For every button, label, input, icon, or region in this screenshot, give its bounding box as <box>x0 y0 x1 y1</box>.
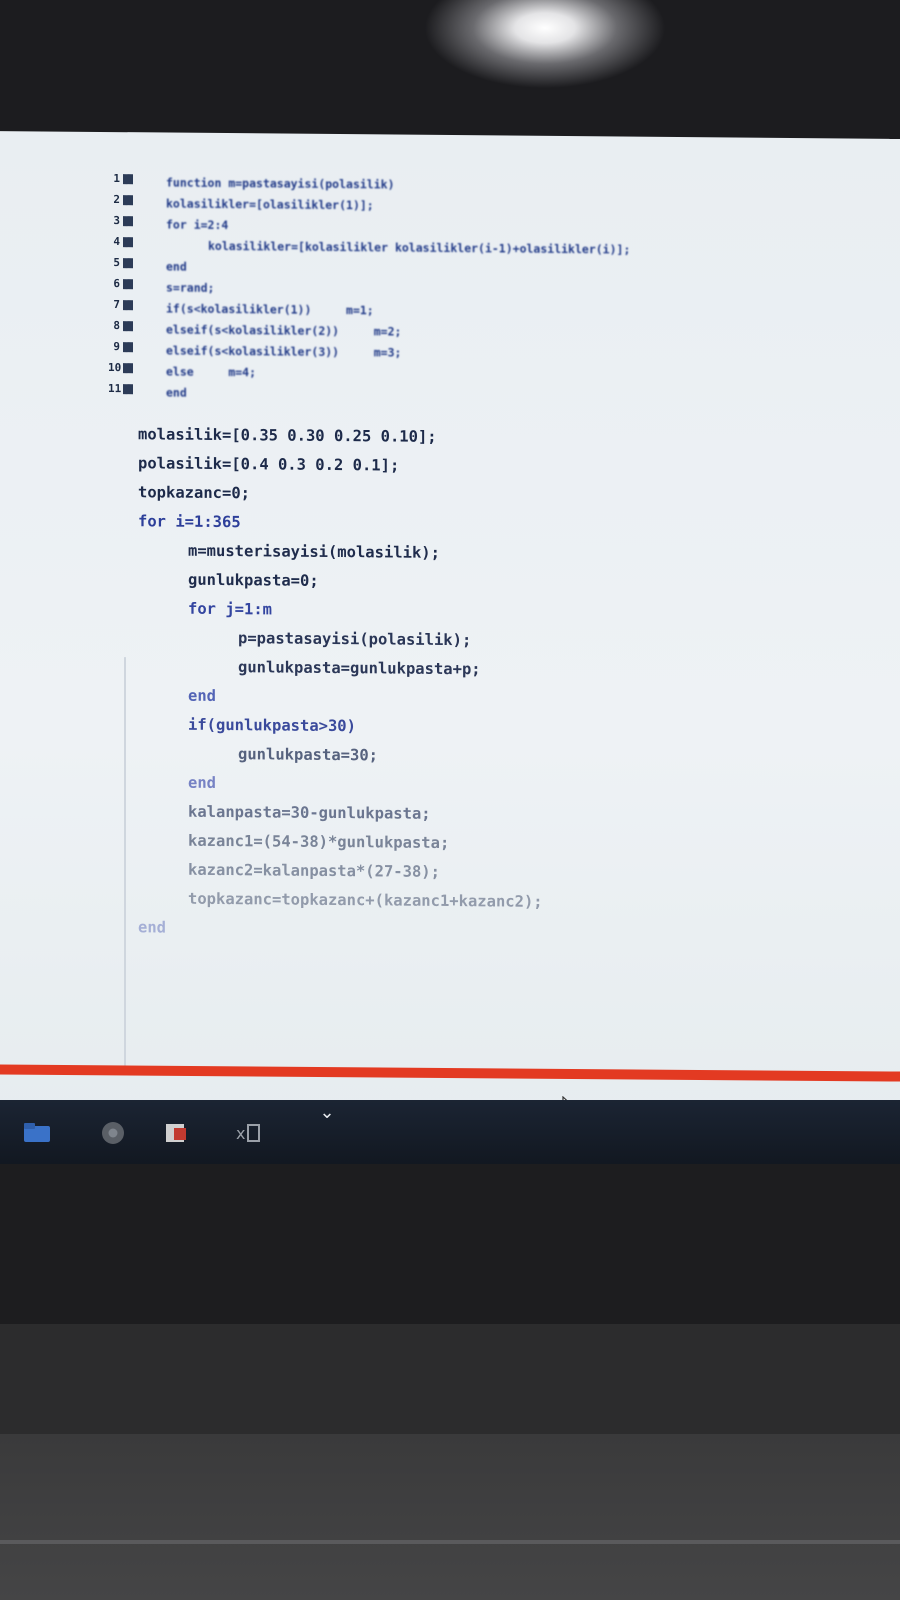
laptop-bezel <box>0 1164 900 1324</box>
line-number: 1 <box>108 172 136 186</box>
folder-icon[interactable] <box>22 1120 52 1146</box>
function-code-block: function m=pastasayisi(polasilik) kolasil… <box>166 173 826 410</box>
line-number: 4 <box>108 235 136 249</box>
laptop-edge <box>0 1540 900 1544</box>
function-code-line[interactable]: end <box>166 383 826 410</box>
line-number-text: 2 <box>113 193 120 207</box>
line-number: 10 <box>108 361 136 375</box>
code-line[interactable]: gunlukpasta=gunlukpasta+p; <box>138 652 838 687</box>
line-number: 11 <box>108 382 136 396</box>
line-number: 5 <box>108 256 136 270</box>
line-number-text: 5 <box>113 256 120 270</box>
blurred-function-panel: 1 2 3 4 5 6 7 8 9 10 11 function m=pastasayisi(pol… <box>108 172 808 418</box>
chrome-icon[interactable] <box>98 1120 128 1146</box>
line-number: 3 <box>108 214 136 228</box>
script-code-block[interactable]: molasilik=[0.35 0.30 0.25 0.10]; polasili… <box>138 420 838 948</box>
breakpoint-marker[interactable] <box>123 216 133 227</box>
taskbar: x <box>0 1100 900 1164</box>
code-line[interactable]: topkazanc=topkazanc+(kazanc1+kazanc2); <box>138 884 838 919</box>
ppt-icon[interactable] <box>162 1120 192 1146</box>
line-number: 2 <box>108 193 136 207</box>
editor-screen: 1 2 3 4 5 6 7 8 9 10 11 function m=pastasayisi(pol… <box>0 131 900 1139</box>
indent-guide <box>124 657 126 1068</box>
photo-background-top <box>0 0 900 140</box>
chevron-down-icon[interactable]: ⌄ <box>315 1103 339 1123</box>
line-number-text: 10 <box>108 361 122 375</box>
line-number-text: 4 <box>113 235 120 249</box>
laptop-base <box>0 1434 900 1600</box>
code-line[interactable]: gunlukpasta=30; <box>138 739 838 774</box>
breakpoint-marker[interactable] <box>123 279 133 290</box>
breakpoint-marker[interactable] <box>123 237 133 248</box>
line-number: 6 <box>108 277 136 291</box>
line-number-text: 1 <box>113 172 120 186</box>
line-number-text: 7 <box>113 298 120 312</box>
line-number-text: 8 <box>113 319 120 333</box>
code-line[interactable]: end <box>138 913 838 948</box>
line-number-text: 3 <box>113 214 120 228</box>
line-number-text: 9 <box>113 340 120 354</box>
line-number: 7 <box>108 298 136 312</box>
line-number: 8 <box>108 319 136 333</box>
excel-icon[interactable]: x <box>234 1120 264 1146</box>
breakpoint-marker[interactable] <box>123 174 133 185</box>
breakpoint-marker[interactable] <box>123 321 133 332</box>
svg-text:x: x <box>236 1124 245 1143</box>
breakpoint-marker[interactable] <box>123 258 133 269</box>
line-number-text: 11 <box>108 382 122 396</box>
code-line[interactable]: topkazanc=0; <box>138 478 838 513</box>
breakpoint-marker[interactable] <box>123 342 133 353</box>
breakpoint-marker[interactable] <box>123 300 133 311</box>
line-number-text: 6 <box>113 277 120 291</box>
breakpoint-marker[interactable] <box>123 195 133 206</box>
line-number-gutter: 1 2 3 4 5 6 7 8 9 10 11 <box>108 172 136 412</box>
laptop-hinge <box>0 1324 900 1434</box>
breakpoint-marker[interactable] <box>123 384 133 395</box>
breakpoint-marker[interactable] <box>123 363 133 374</box>
line-number: 9 <box>108 340 136 354</box>
